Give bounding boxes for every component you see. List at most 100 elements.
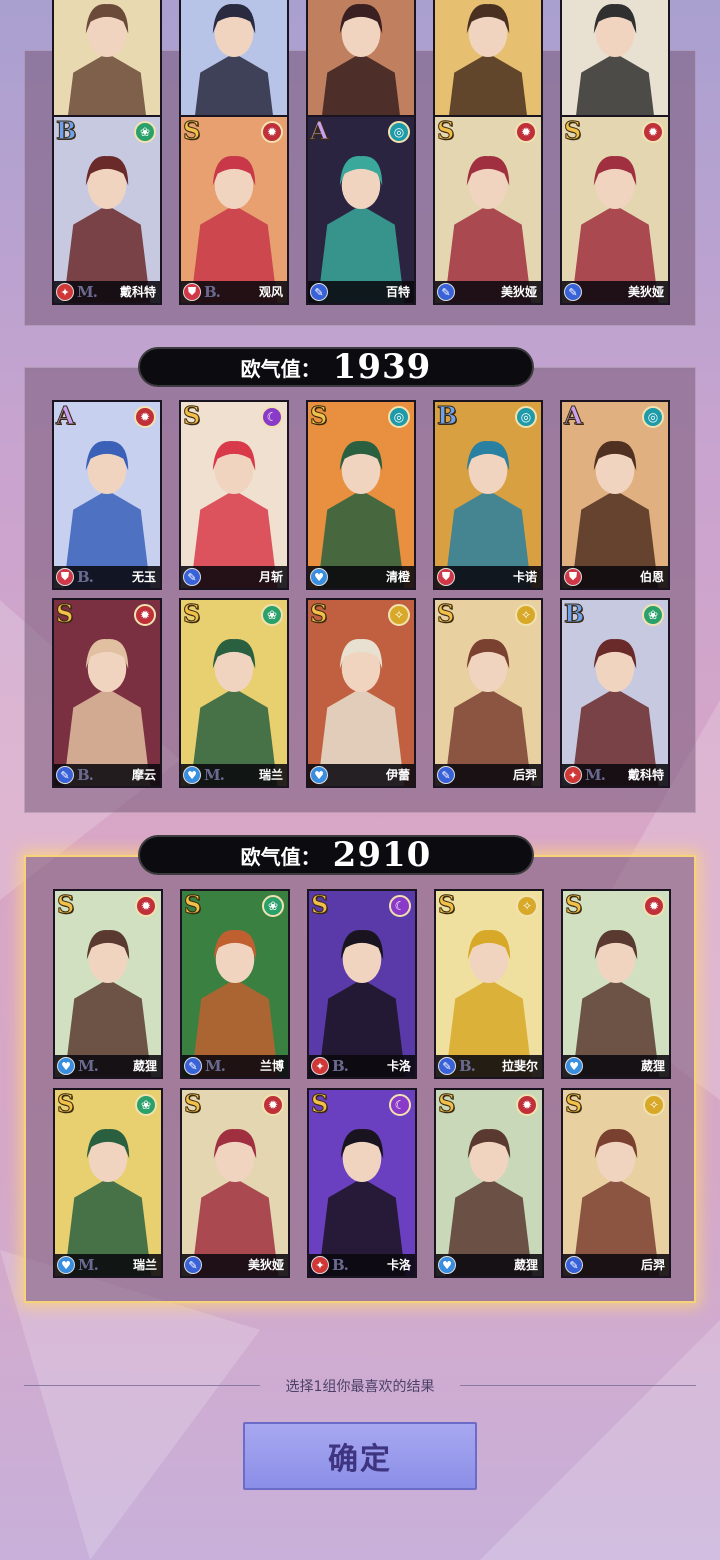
card-info-bar: ⛊ B. 无玉 (54, 566, 160, 588)
support-role-icon: ♥ (183, 766, 201, 784)
tier-mark: B. (77, 766, 94, 784)
confirm-button[interactable]: 确定 (243, 1422, 477, 1490)
wind-element-icon: ❀ (261, 604, 283, 626)
support-role-icon: ♥ (438, 1256, 456, 1274)
character-name: 戴科特 (627, 768, 664, 782)
character-card[interactable]: A ✹ ⛊ B. 无玉 (52, 400, 162, 590)
character-name: 瑞兰 (132, 1258, 157, 1272)
magic-role-icon: ✎ (184, 1057, 202, 1075)
magic-role-icon: ✎ (184, 1256, 202, 1274)
character-name: 卡洛 (386, 1258, 411, 1272)
tier-mark: M. (78, 1057, 99, 1075)
character-card[interactable]: B ❀ ✦ M. 戴科特 (52, 115, 162, 305)
character-name: 伊蕾 (385, 768, 410, 782)
character-card[interactable]: S ☾ ✦ B. 卡洛 (307, 1088, 417, 1278)
tier-mark: M. (205, 1057, 226, 1075)
rarity-grade: S (437, 1089, 456, 1118)
character-card[interactable]: S ✹ ✎ 美狄娅 (433, 115, 543, 305)
rarity-grade: S (564, 1089, 583, 1118)
card-info-bar: ♥ 葳狸 (563, 1055, 669, 1077)
result-group-3[interactable]: S ✹ ♥ M. 葳狸 S ❀ ✎ M. 兰博 S ☾ ✦ B. 卡洛 S ✧ ✎ B. 拉斐尔 S ✹ ♥ 葳狸 S ❀ ♥ M. 瑞… (24, 855, 696, 1303)
rarity-grade: S (309, 401, 328, 430)
card-info-bar: ✎ M. 兰博 (182, 1055, 288, 1077)
luck-score-label: 欧气值： (240, 844, 321, 869)
character-card[interactable]: S ✹ ♥ 葳狸 (561, 889, 671, 1079)
card-info-bar: ⛊ 伯恩 (562, 566, 668, 588)
water-element-icon: ◎ (515, 406, 537, 428)
card-info-bar: ✦ B. 卡洛 (309, 1254, 415, 1276)
character-card[interactable]: S ✧ ✎ B. 拉斐尔 (434, 889, 544, 1079)
light-element-icon: ✧ (643, 1094, 665, 1116)
rarity-grade: S (182, 116, 201, 145)
character-name: 卡洛 (386, 1059, 411, 1073)
light-element-icon: ✧ (388, 604, 410, 626)
magic-role-icon: ✎ (56, 766, 74, 784)
character-card[interactable]: S ✹ ♥ M. 葳狸 (53, 889, 163, 1079)
character-card[interactable]: S ☾ ✎ 月斩 (179, 400, 289, 590)
character-card[interactable]: S ✧ ♥ 伊蕾 (306, 598, 416, 788)
magic-role-icon: ✎ (310, 283, 328, 301)
card-info-bar: ✎ 百特 (308, 281, 414, 303)
card-info-bar: ✦ M. 戴科特 (54, 281, 160, 303)
card-info-bar: ✎ 月斩 (181, 566, 287, 588)
light-element-icon: ✧ (516, 895, 538, 917)
rarity-grade: S (309, 599, 328, 628)
dark-element-icon: ☾ (261, 406, 283, 428)
result-group-2[interactable]: A ✹ ⛊ B. 无玉 S ☾ ✎ 月斩 S ◎ ♥ 清橙 B ◎ ⛊ 卡诺 A ◎ ⛊ 伯恩 S ✹ ✎ B. 摩云 S ❀ ♥ M. 瑞… (24, 367, 696, 813)
character-name: 美狄娅 (247, 1258, 284, 1272)
result-group-1[interactable]: ✧✎后羿◎✎M.穆谢尔✹✦M.鹏鹿✧⛊林迁◎✎M.裴白洛B❀✦M.戴科特S✹⛊B… (24, 0, 696, 326)
rarity-grade: A (564, 401, 584, 430)
character-card[interactable]: S ✧ ✎ 后羿 (561, 1088, 671, 1278)
character-card[interactable]: S ◎ ♥ 清橙 (306, 400, 416, 590)
character-card[interactable]: A ◎ ⛊ 伯恩 (560, 400, 670, 590)
character-name: 美狄娅 (500, 285, 537, 299)
fire-element-icon: ✹ (515, 121, 537, 143)
rarity-grade: S (182, 401, 201, 430)
magic-role-icon: ✎ (437, 283, 455, 301)
card-info-bar: ♥ M. 葳狸 (55, 1055, 161, 1077)
character-name: 葳狸 (132, 1059, 157, 1073)
character-card[interactable]: S ❀ ♥ M. 瑞兰 (53, 1088, 163, 1278)
tier-mark: M. (204, 766, 225, 784)
character-card[interactable]: B ❀ ✦ M. 戴科特 (560, 598, 670, 788)
character-name: 葳狸 (513, 1258, 538, 1272)
character-card[interactable]: S ✹ ♥ 葳狸 (434, 1088, 544, 1278)
fire-element-icon: ✹ (262, 1094, 284, 1116)
support-role-icon: ♥ (310, 766, 328, 784)
character-card[interactable]: B ◎ ⛊ 卡诺 (433, 400, 543, 590)
card-info-bar: ♥ 伊蕾 (308, 764, 414, 786)
character-name: 清橙 (385, 570, 410, 584)
tier-mark: B. (332, 1256, 349, 1274)
character-name: 摩云 (131, 768, 156, 782)
card-info-bar: ⛊ 卡诺 (435, 566, 541, 588)
rarity-grade: B (436, 401, 458, 430)
character-card[interactable]: S ❀ ♥ M. 瑞兰 (179, 598, 289, 788)
character-card[interactable]: S ✧ ✎ 后羿 (433, 598, 543, 788)
rarity-grade: S (564, 890, 583, 919)
character-name: 兰博 (259, 1059, 284, 1073)
card-info-bar: ✎ B. 拉斐尔 (436, 1055, 542, 1077)
selection-hint: 选择1组你最喜欢的结果 (285, 1379, 435, 1395)
character-name: 瑞兰 (258, 768, 283, 782)
rarity-grade: B (563, 599, 585, 628)
card-info-bar: ♥ M. 瑞兰 (55, 1254, 161, 1276)
card-info-bar: ✎ 美狄娅 (182, 1254, 288, 1276)
rarity-grade: S (183, 890, 202, 919)
character-card[interactable]: S ✹ ✎ 美狄娅 (180, 1088, 290, 1278)
water-element-icon: ◎ (388, 121, 410, 143)
tier-mark: M. (78, 1256, 99, 1274)
character-name: 卡诺 (512, 570, 537, 584)
attack-role-icon: ✦ (311, 1057, 329, 1075)
card-info-bar: ✦ B. 卡洛 (309, 1055, 415, 1077)
character-card[interactable]: S ❀ ✎ M. 兰博 (180, 889, 290, 1079)
character-card[interactable]: S ✹ ✎ B. 摩云 (52, 598, 162, 788)
character-card[interactable]: S ☾ ✦ B. 卡洛 (307, 889, 417, 1079)
rarity-grade: S (310, 1089, 329, 1118)
character-card[interactable]: S ✹ ⛊ B. 观风 (179, 115, 289, 305)
fire-element-icon: ✹ (643, 895, 665, 917)
card-info-bar: ✎ 美狄娅 (562, 281, 668, 303)
support-role-icon: ♥ (310, 568, 328, 586)
character-card[interactable]: S ✹ ✎ 美狄娅 (560, 115, 670, 305)
character-card[interactable]: A ◎ ✎ 百特 (306, 115, 416, 305)
luck-score-label: 欧气值： (240, 356, 321, 381)
